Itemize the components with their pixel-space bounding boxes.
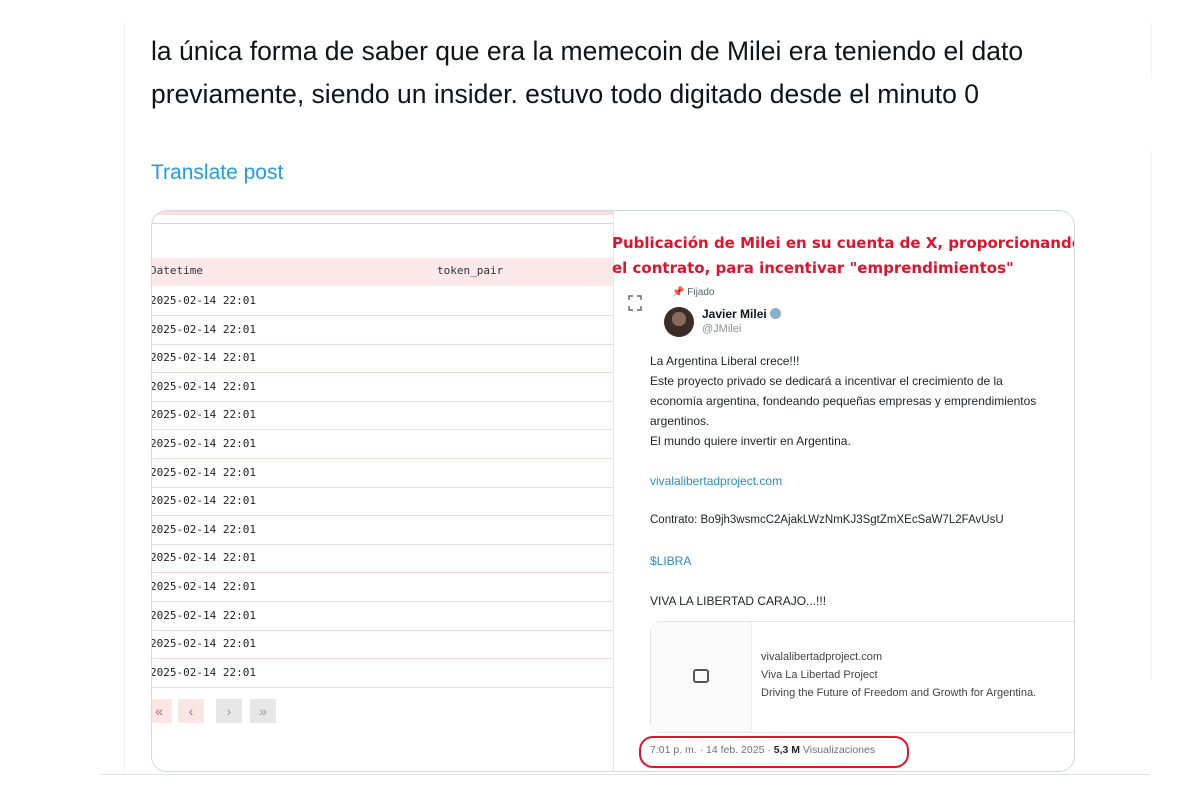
post-line-4: argentinos. xyxy=(650,414,710,428)
datetime-cell: 2025-02-14 22:01 xyxy=(152,437,256,450)
datetime-cell: 2025-02-14 22:01 xyxy=(152,379,256,393)
table-row: 2025-02-14 22:01 xyxy=(152,401,613,431)
post-line-2: Este proyecto privado se dedicará a ince… xyxy=(650,374,1003,388)
table-row: 2025-02-14 22:01 xyxy=(152,430,613,459)
datetime-cell: 2025-02-14 22:01 xyxy=(152,522,256,536)
table-row: 2025-02-14 22:01 xyxy=(152,459,613,488)
datetime-cell: 2025-02-14 22:01 xyxy=(152,351,256,365)
post-media[interactable]: Datetime token_pair 2025-02-14 22:01 2025… xyxy=(151,210,1075,772)
table-row: 2025-02-14 22:01 xyxy=(152,602,613,631)
table-top-band xyxy=(152,211,613,215)
card-description: Driving the Future of Freedom and Growth… xyxy=(761,687,1037,699)
expand-icon xyxy=(628,295,642,311)
post-line-3: economía argentina, fondeando pequeñas e… xyxy=(650,394,1037,408)
post-bottom-border xyxy=(100,774,1150,775)
column-divider xyxy=(124,22,125,774)
datetime-cell: 2025-02-14 22:01 xyxy=(152,580,256,593)
table-row: 2025-02-14 22:01 xyxy=(152,516,613,545)
pin-icon: 📌 xyxy=(672,287,685,298)
link-preview-card: vivalalibertadproject.com Viva La Libert… xyxy=(650,621,1074,733)
contract-address: Contrato: Bo9jh3wsmcC2AjakLWzNmKJ3SgtZmX… xyxy=(650,514,1004,526)
avatar xyxy=(664,307,694,337)
author-handle: @JMilei xyxy=(702,323,742,335)
column-divider-right xyxy=(1151,22,1152,78)
post-line-1: La Argentina Liberal crece!!! xyxy=(650,354,800,368)
table-row: 2025-02-14 22:01 xyxy=(152,373,613,402)
pinned-label: 📌 Fijado xyxy=(672,287,715,298)
pager-last-button[interactable]: » xyxy=(250,699,276,723)
project-link: vivalalibertadproject.com xyxy=(650,474,783,488)
pager-prev-button[interactable]: ‹ xyxy=(178,699,204,723)
datetime-cell: 2025-02-14 22:01 xyxy=(152,294,256,307)
table-top-rule xyxy=(152,223,613,224)
table-row: 2025-02-14 22:01 xyxy=(152,316,613,345)
table-row: 2025-02-14 22:01 xyxy=(152,659,613,688)
table-row: 2025-02-14 22:01 xyxy=(152,344,613,374)
annotation-line-2: el contrato, para incentivar "emprendimi… xyxy=(612,259,1014,277)
data-table-screenshot: Datetime token_pair 2025-02-14 22:01 2025… xyxy=(152,211,613,771)
table-row: 2025-02-14 22:01 xyxy=(152,287,613,316)
translate-post-link[interactable]: Translate post xyxy=(151,161,283,185)
datetime-cell: 2025-02-14 22:01 xyxy=(152,465,256,479)
table-row: 2025-02-14 22:01 xyxy=(152,544,613,574)
table-row: 2025-02-14 22:01 xyxy=(152,573,613,602)
post-line-5: El mundo quiere invertir en Argentina. xyxy=(650,434,851,448)
table-header: Datetime token_pair xyxy=(152,258,613,286)
datetime-cell: 2025-02-14 22:01 xyxy=(152,322,256,336)
datetime-cell: 2025-02-14 22:01 xyxy=(152,551,256,565)
cashtag-link: $LIBRA xyxy=(650,554,692,568)
pager-next-button[interactable]: › xyxy=(216,699,242,723)
datetime-cell: 2025-02-14 22:01 xyxy=(152,494,256,508)
verified-badge-icon xyxy=(769,308,781,319)
link-preview-thumb xyxy=(651,622,752,732)
card-icon xyxy=(693,669,709,683)
milei-post-screenshot: Publicación de Milei en su cuenta de X, … xyxy=(612,211,1075,771)
datetime-cell: 2025-02-14 22:01 xyxy=(152,637,256,651)
table-row: 2025-02-14 22:01 xyxy=(152,487,613,517)
column-divider-right-lower xyxy=(1151,150,1152,680)
datetime-cell: 2025-02-14 22:01 xyxy=(152,665,256,679)
datetime-cell: 2025-02-14 22:01 xyxy=(152,408,256,422)
annotation-caption: Publicación de Milei en su cuenta de X, … xyxy=(612,231,1075,281)
annotation-line-1: Publicación de Milei en su cuenta de X, … xyxy=(612,234,1075,252)
table-row: 2025-02-14 22:01 xyxy=(152,630,613,660)
pager-first-button[interactable]: « xyxy=(152,699,172,723)
closing-line: VIVA LA LIBERTAD CARAJO...!!! xyxy=(650,594,827,608)
datetime-cell: 2025-02-14 22:01 xyxy=(152,608,256,622)
author-name: Javier Milei xyxy=(702,307,781,321)
card-domain: vivalalibertadproject.com xyxy=(761,651,883,663)
column-header-datetime: Datetime xyxy=(152,264,203,277)
post-text: la única forma de saber que era la memec… xyxy=(151,36,1024,109)
card-title: Viva La Libertad Project xyxy=(761,669,878,681)
column-header-token-pair: token_pair xyxy=(437,264,504,277)
highlight-oval xyxy=(639,736,909,768)
